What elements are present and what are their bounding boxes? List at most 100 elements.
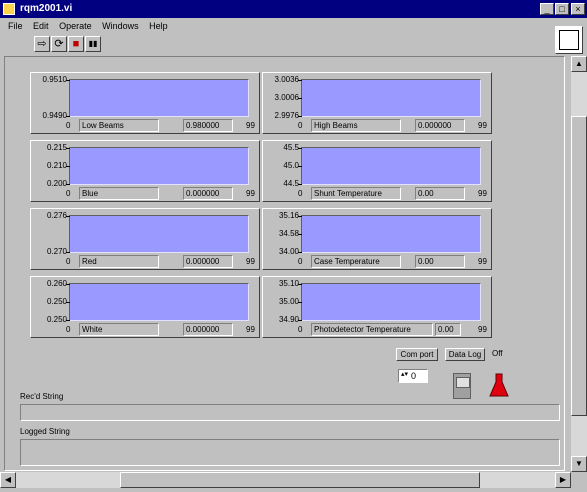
chart-plot-area[interactable] — [301, 79, 481, 117]
waveform-chart-red[interactable]: 0.276 0.270 0 Red 0.000000 99 — [30, 208, 260, 270]
y-tick-mark — [298, 302, 302, 303]
chart-label-red: Red — [79, 255, 159, 268]
logged-string-field[interactable] — [20, 439, 560, 466]
horizontal-scroll-thumb[interactable] — [120, 472, 480, 488]
chart-value-red: 0.000000 — [183, 255, 233, 268]
y-tick-label: 0.276 — [46, 211, 67, 220]
run-arrow-icon: ⇨ — [37, 38, 47, 50]
y-tick-label: 34.00 — [278, 247, 299, 256]
chart-label-blue: Blue — [79, 187, 159, 200]
y-tick-mark — [66, 166, 70, 167]
labview-app-icon[interactable] — [3, 3, 15, 15]
x-axis-max: 99 — [246, 325, 255, 334]
x-axis-min: 0 — [298, 121, 303, 130]
chart-value-low-beams: 0.980000 — [183, 119, 233, 132]
recd-string-field[interactable] — [20, 404, 560, 421]
chart-value-blue: 0.000000 — [183, 187, 233, 200]
recd-string-label: Rec'd String — [20, 392, 64, 401]
run-continuously-button[interactable]: ⟳ — [51, 36, 67, 52]
minimize-button[interactable]: _ — [540, 3, 554, 15]
scroll-left-arrow-icon[interactable]: ◀ — [0, 472, 16, 488]
waveform-chart-blue[interactable]: 0.215 0.210 0.200 0 Blue 0.000000 99 — [30, 140, 260, 202]
pause-button[interactable]: ▮▮ — [85, 36, 101, 52]
y-tick-label: 0.9490 — [42, 111, 67, 120]
com-port-numeric[interactable]: ▴▾ 0 — [398, 369, 428, 383]
chart-plot-area[interactable] — [69, 79, 249, 117]
chart-value-case-temperature: 0.00 — [415, 255, 465, 268]
y-tick-mark — [66, 216, 70, 217]
vertical-scroll-thumb[interactable] — [571, 116, 587, 416]
y-tick-mark — [298, 98, 302, 99]
run-button[interactable]: ⇨ — [34, 36, 50, 52]
scroll-up-arrow-icon[interactable]: ▲ — [571, 56, 587, 72]
data-log-button[interactable]: Data Log — [445, 348, 485, 361]
y-tick-mark — [66, 302, 70, 303]
menu-operate[interactable]: Operate — [59, 18, 92, 34]
waveform-chart-shunt-temperature[interactable]: 45.5 45.0 44.5 0 Shunt Temperature 0.00 99 — [262, 140, 492, 202]
chart-plot-area[interactable] — [69, 283, 249, 321]
abort-button[interactable]: ■ — [68, 36, 84, 52]
x-axis-min: 0 — [66, 325, 71, 334]
menu-windows[interactable]: Windows — [102, 18, 139, 34]
menu-help[interactable]: Help — [149, 18, 168, 34]
y-tick-mark — [298, 148, 302, 149]
y-tick-mark — [66, 284, 70, 285]
y-tick-label: 34.90 — [278, 315, 299, 324]
y-tick-mark — [66, 148, 70, 149]
x-axis-min: 0 — [298, 325, 303, 334]
x-axis-min: 0 — [66, 121, 71, 130]
com-port-button[interactable]: Com port — [396, 348, 438, 361]
y-tick-label: 0.250 — [46, 297, 67, 306]
y-tick-label: 3.0006 — [274, 93, 299, 102]
y-tick-mark — [66, 80, 70, 81]
x-axis-max: 99 — [246, 189, 255, 198]
x-axis-min: 0 — [298, 189, 303, 198]
chart-plot-area[interactable] — [69, 147, 249, 185]
y-tick-mark — [298, 320, 302, 321]
toggle-switch-icon[interactable] — [453, 373, 471, 399]
y-tick-mark — [298, 216, 302, 217]
vi-connector-pane-icon[interactable] — [555, 26, 583, 54]
waveform-chart-high-beams[interactable]: 3.0036 3.0006 2.9976 0 High Beams 0.000000 99 — [262, 72, 492, 134]
y-tick-mark — [298, 234, 302, 235]
chart-plot-area[interactable] — [301, 215, 481, 253]
waveform-chart-photodetector-temperature[interactable]: 35.10 35.00 34.90 0 Photodetector Temperatur… — [262, 276, 492, 338]
scroll-down-arrow-icon[interactable]: ▼ — [571, 456, 587, 472]
increment-decrement-icon[interactable]: ▴▾ — [401, 370, 408, 378]
chart-label-photodetector-temperature: Photodetector Temperature — [311, 323, 433, 336]
y-tick-label: 35.10 — [278, 279, 299, 288]
vertical-scrollbar[interactable]: ▲ ▼ — [571, 56, 587, 472]
chart-value-shunt-temperature: 0.00 — [415, 187, 465, 200]
switch-lever — [456, 377, 470, 388]
maximize-button[interactable]: □ — [555, 3, 569, 15]
y-tick-mark — [298, 284, 302, 285]
chart-label-low-beams: Low Beams — [79, 119, 159, 132]
title-bar[interactable]: rqm2001.vi — [0, 0, 587, 18]
x-axis-max: 99 — [246, 121, 255, 130]
y-tick-label: 44.5 — [283, 179, 299, 188]
menu-edit[interactable]: Edit — [33, 18, 49, 34]
y-tick-label: 0.215 — [46, 143, 67, 152]
horizontal-scrollbar[interactable]: ◀ ▶ — [0, 472, 571, 488]
y-tick-label: 45.0 — [283, 161, 299, 170]
close-button[interactable]: × — [571, 3, 585, 15]
y-tick-label: 35.00 — [278, 297, 299, 306]
y-tick-label: 45.5 — [283, 143, 299, 152]
waveform-chart-case-temperature[interactable]: 35.16 34.58 34.00 0 Case Temperature 0.00 99 — [262, 208, 492, 270]
scroll-corner — [571, 472, 587, 488]
y-tick-label: 0.210 — [46, 161, 67, 170]
data-log-status: Off — [490, 348, 512, 361]
x-axis-min: 0 — [66, 257, 71, 266]
scroll-right-arrow-icon[interactable]: ▶ — [555, 472, 571, 488]
waveform-chart-white[interactable]: 0.260 0.250 0.250 0 White 0.000000 99 — [30, 276, 260, 338]
chart-plot-area[interactable] — [301, 283, 481, 321]
waveform-chart-low-beams[interactable]: 0.9510 0.9490 0 Low Beams 0.980000 99 — [30, 72, 260, 134]
menu-file[interactable]: File — [8, 18, 23, 34]
y-tick-mark — [66, 184, 70, 185]
chart-plot-area[interactable] — [301, 147, 481, 185]
lab-flask-icon — [489, 373, 509, 397]
x-axis-max: 99 — [478, 121, 487, 130]
chart-plot-area[interactable] — [69, 215, 249, 253]
logged-string-label: Logged String — [20, 427, 70, 436]
x-axis-min: 0 — [298, 257, 303, 266]
